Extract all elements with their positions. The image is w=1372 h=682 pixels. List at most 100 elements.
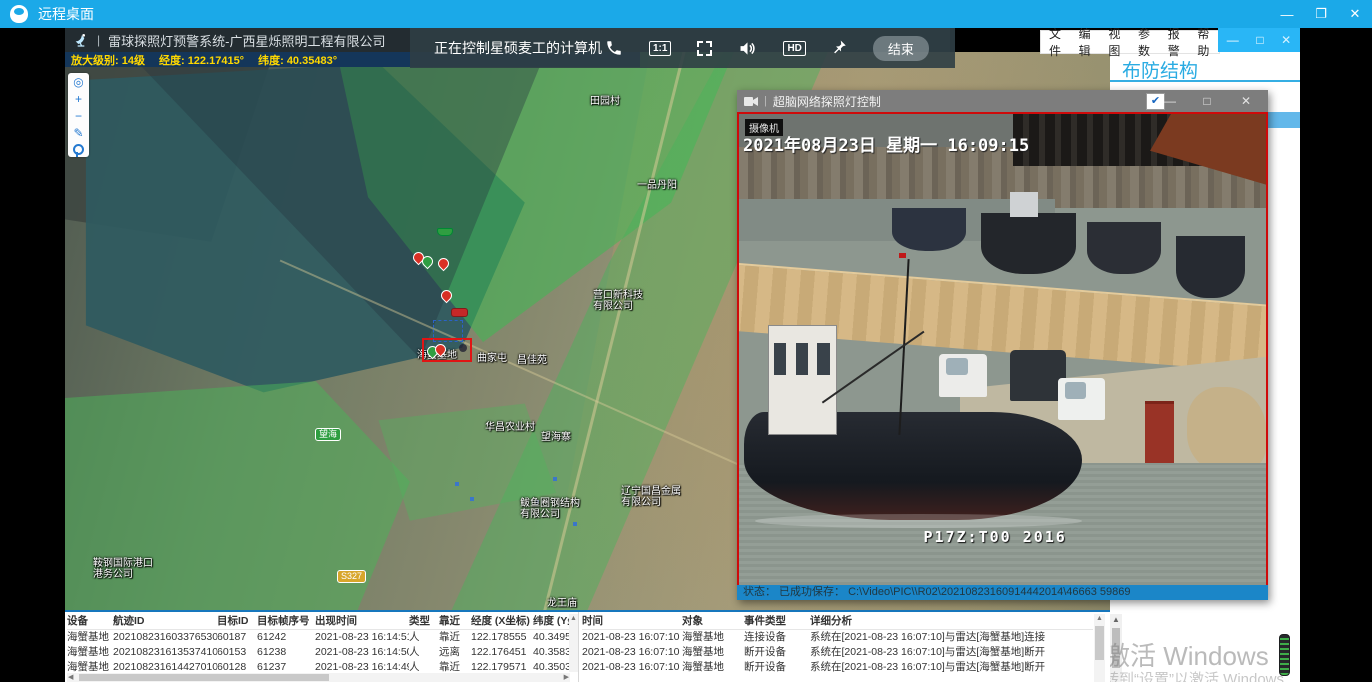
app-maximize-button[interactable]: □	[1256, 33, 1263, 47]
table-cell: 122.179571	[471, 660, 533, 672]
table-row[interactable]: 2021-08-23 16:07:10海蟹基地断开设备系统在[2021-08-2…	[582, 660, 1093, 675]
table-row[interactable]: 海蟹基地2021082316144270105760128612372021-0…	[67, 660, 570, 672]
table-cell: 40.350351	[533, 660, 570, 672]
letterbox-right	[1300, 28, 1372, 682]
map-building-dot	[455, 482, 459, 486]
table-cell: 61237	[257, 660, 315, 672]
app-minimize-button[interactable]: —	[1227, 33, 1239, 47]
table-cell: 122.178555	[471, 630, 533, 645]
marker-pin-icon[interactable]	[73, 144, 84, 155]
menu-alarm[interactable]: 报警	[1160, 25, 1190, 59]
tree-selected-row[interactable]	[1266, 112, 1300, 128]
map-label: 昌佳苑	[517, 355, 547, 366]
video-close-button[interactable]: ✕	[1231, 90, 1261, 112]
longitude-label: 经度: 122.17415°	[159, 52, 244, 68]
table-cell: 61238	[257, 645, 315, 660]
controlling-status-text: 正在控制星硕麦工的计算机	[434, 38, 602, 58]
table-cell: 海蟹基地	[67, 630, 113, 645]
boat-map-pin[interactable]	[437, 228, 453, 236]
end-session-button[interactable]: 结束	[873, 36, 929, 61]
map-label: 鲅鱼圈钢结构有限公司	[520, 498, 580, 520]
phone-call-icon[interactable]	[605, 39, 623, 57]
table-cell: 系统在[2021-08-23 16:07:10]与雷达[海蟹基地]连接	[810, 630, 1090, 645]
titlebar-separator: |	[97, 33, 100, 47]
map-badge: S327	[337, 570, 366, 583]
vscroll-thumb[interactable]	[1095, 626, 1104, 660]
table-cell: 20210823161353741052	[113, 645, 217, 660]
searchlight-video-window: | 超脑网络探照灯控制 ✔ — □ ✕ 摄像机 2021年08月23日 星期	[737, 90, 1268, 600]
fullscreen-icon[interactable]	[697, 41, 712, 56]
restore-button[interactable]: ❐	[1304, 6, 1338, 22]
minimize-button[interactable]: —	[1270, 7, 1304, 22]
zoom-in-button[interactable]: +	[75, 93, 82, 105]
scene-moored-boat	[1087, 222, 1161, 274]
scene-red-structure	[1145, 401, 1174, 467]
close-button[interactable]: ✕	[1338, 6, 1372, 22]
pushpin-icon[interactable]	[832, 39, 847, 57]
table-row[interactable]: 2021-08-23 16:07:10海蟹基地连接设备系统在[2021-08-2…	[582, 630, 1093, 645]
scroll-up-arrow[interactable]: ▲	[1110, 614, 1122, 626]
table-cell: 系统在[2021-08-23 16:07:10]与雷达[海蟹基地]断开	[810, 660, 1090, 675]
one-to-one-icon[interactable]: 1:1	[649, 41, 671, 56]
table-row[interactable]: 海蟹基地2021082316033765303960187612422021-0…	[67, 630, 570, 645]
boat-red-flag	[899, 253, 906, 258]
menu-params[interactable]: 参数	[1130, 25, 1160, 59]
table-cell: 靠近	[439, 630, 471, 645]
table-cell: 靠近	[439, 614, 471, 629]
table-cell: 设备	[67, 614, 113, 629]
scene-moored-boat	[981, 213, 1076, 274]
video-window-title: 超脑网络探照灯控制	[773, 93, 881, 110]
map-label: 一品丹阳	[637, 180, 677, 191]
video-minimize-button[interactable]: —	[1155, 90, 1185, 112]
table-cell: 详细分析	[810, 614, 1090, 629]
map-building-dot	[470, 497, 474, 501]
table-cell: 海蟹基地	[67, 660, 113, 672]
table-cell: 出现时间	[315, 614, 409, 629]
event-table[interactable]: 时间对象事件类型详细分析2021-08-23 16:07:10海蟹基地连接设备系…	[582, 614, 1093, 680]
menu-view[interactable]: 视图	[1100, 25, 1130, 59]
event-table-vscroll[interactable]: ▲	[1094, 614, 1105, 682]
hscroll-thumb[interactable]	[79, 674, 329, 681]
app-title: 雷球探照灯预警系统-广西星烁照明工程有限公司	[108, 31, 385, 50]
table-cell: 靠近	[439, 660, 471, 672]
menu-help[interactable]: 帮助	[1189, 25, 1219, 59]
activate-windows-hint: 转到“设置”以激活 Windows	[1110, 668, 1284, 682]
track-table-vscroll[interactable]: ▲	[569, 614, 578, 672]
table-cell: 61242	[257, 630, 315, 645]
table-cell: 航迹ID	[113, 614, 217, 629]
measure-icon[interactable]: ✎	[73, 127, 83, 139]
table-cell: 断开设备	[744, 645, 810, 660]
zoom-out-button[interactable]: −	[75, 110, 82, 122]
map-label: 曲家屯	[477, 353, 507, 364]
table-divider	[578, 612, 579, 682]
track-table-hscroll[interactable]: ◀▶	[67, 673, 570, 682]
locate-icon[interactable]: ◎	[73, 76, 83, 88]
table-cell: 对象	[682, 614, 744, 629]
menu-file[interactable]: 文件	[1041, 25, 1071, 59]
table-cell: 2021-08-23 16:07:10	[582, 660, 682, 675]
map-building-dot	[573, 522, 577, 526]
table-row[interactable]: 2021-08-23 16:07:10海蟹基地断开设备系统在[2021-08-2…	[582, 645, 1093, 660]
table-row[interactable]: 海蟹基地2021082316135374105260153612382021-0…	[67, 645, 570, 660]
track-table[interactable]: 设备航迹ID目标ID目标帧序号出现时间类型靠近经度 (X坐标)纬度 (Y坐标)方…	[67, 614, 570, 672]
hd-icon[interactable]: HD	[783, 41, 805, 56]
video-window-titlebar[interactable]: | 超脑网络探照灯控制	[737, 90, 1268, 112]
selection-bracket	[433, 320, 463, 342]
table-cell: 20210823161442701057	[113, 660, 217, 672]
menu-edit[interactable]: 编辑	[1071, 25, 1101, 59]
scene-fishing-boat	[744, 321, 1081, 528]
video-maximize-button[interactable]: □	[1192, 90, 1222, 112]
table-cell: 2021-08-23 16:14:49	[315, 660, 409, 672]
table-cell: 40.35834	[533, 645, 570, 660]
car-map-pin[interactable]	[451, 308, 468, 317]
app-close-button[interactable]: ✕	[1281, 33, 1291, 47]
table-cell: 时间	[582, 614, 682, 629]
map-label: 鞍钢国际港口港务公司	[93, 558, 153, 580]
table-cell: 人	[409, 660, 439, 672]
table-header-row: 设备航迹ID目标ID目标帧序号出现时间类型靠近经度 (X坐标)纬度 (Y坐标)方…	[67, 614, 570, 630]
speaker-icon[interactable]	[738, 40, 757, 57]
table-cell: 2021-08-23 16:07:10	[582, 630, 682, 645]
video-feed[interactable]: 摄像机 2021年08月23日 星期一 16:09:15 P17Z:T00 20…	[737, 112, 1268, 587]
map-label: 望海寨	[541, 432, 571, 443]
osd-datetime: 2021年08月23日 星期一 16:09:15	[743, 131, 1029, 156]
